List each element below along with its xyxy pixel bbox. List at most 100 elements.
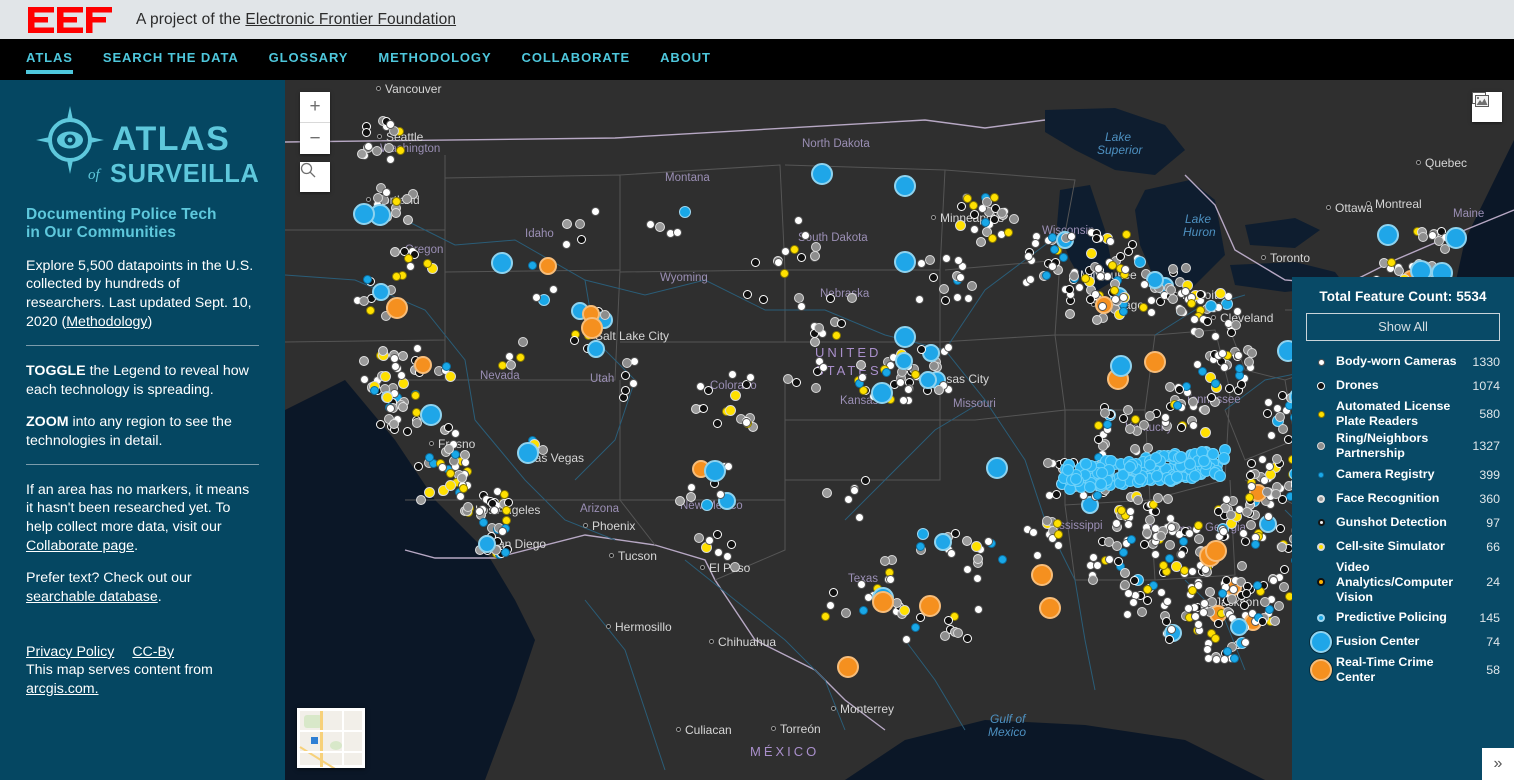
map-marker[interactable] [1185,529,1194,538]
legend-row[interactable]: Camera Registry399 [1306,463,1500,487]
map-marker[interactable] [442,362,451,371]
map-marker[interactable] [794,216,803,225]
eff-foundation-link[interactable]: Electronic Frontier Foundation [245,11,456,28]
legend-row[interactable]: Video Analytics/Computer Vision24 [1306,559,1500,606]
map-marker[interactable] [1130,576,1139,585]
legend-row[interactable]: Cell-site Simulator66 [1306,535,1500,559]
map-marker[interactable] [841,608,851,618]
map-marker[interactable] [727,540,736,549]
map-marker[interactable] [1247,482,1256,491]
map-marker[interactable] [837,319,846,328]
overview-map[interactable] [297,708,365,768]
map-marker[interactable] [386,297,408,319]
map-marker[interactable] [1100,408,1110,418]
map-marker[interactable] [1246,520,1256,530]
map-marker[interactable] [366,306,375,315]
map-marker[interactable] [1092,315,1102,325]
map-marker[interactable] [575,219,585,229]
legend-row[interactable]: Automated License Plate Readers580 [1306,398,1500,430]
map-marker[interactable] [1024,252,1033,261]
map-marker[interactable] [826,601,835,610]
map-marker[interactable] [954,256,963,265]
map-marker[interactable] [463,502,473,512]
map-marker[interactable] [694,533,704,543]
map-marker[interactable] [491,252,513,274]
map-marker[interactable] [359,356,369,366]
cc-by-link[interactable]: CC-By [132,644,174,660]
map-marker[interactable] [517,442,539,464]
map-marker[interactable] [774,258,783,267]
map-marker[interactable] [1234,351,1243,360]
map-marker[interactable] [713,419,722,428]
map-marker[interactable] [376,420,385,429]
map-marker[interactable] [1269,576,1278,585]
map-marker[interactable] [1218,452,1230,464]
map-marker[interactable] [844,495,853,504]
map-marker[interactable] [1241,638,1250,647]
map-marker[interactable] [984,537,993,546]
map-marker[interactable] [392,197,401,206]
map-marker[interactable] [1175,451,1187,463]
map-marker[interactable] [1220,655,1229,664]
map-marker[interactable] [1188,586,1197,595]
map-marker[interactable] [792,378,801,387]
map-marker[interactable] [1031,564,1053,586]
map-marker[interactable] [1133,495,1143,505]
map-marker[interactable] [1080,458,1092,470]
nav-item-glossary[interactable]: GLOSSARY [269,46,349,74]
map-marker[interactable] [438,463,447,472]
map-marker[interactable] [1260,597,1270,607]
map-marker[interactable] [759,295,768,304]
map-marker[interactable] [423,259,432,268]
nav-item-methodology[interactable]: METHODOLOGY [378,46,491,74]
map-marker[interactable] [1278,424,1288,434]
map-marker[interactable] [1093,561,1102,570]
map-marker[interactable] [704,460,726,482]
map-marker[interactable] [1153,493,1163,503]
map-marker[interactable] [1145,515,1155,525]
map-marker[interactable] [915,295,924,304]
legend-row[interactable]: Ring/Neighbors Partnership1327 [1306,430,1500,462]
map-marker[interactable] [1244,357,1254,367]
map-marker[interactable] [424,487,435,498]
map-marker[interactable] [1009,214,1019,224]
map-marker[interactable] [810,251,820,261]
map-marker[interactable] [953,628,963,638]
map-marker[interactable] [1239,529,1248,538]
map-marker[interactable] [1177,550,1186,559]
map-marker[interactable] [621,386,630,395]
map-marker[interactable] [1004,228,1013,237]
map-marker[interactable] [963,194,972,203]
map-marker[interactable] [621,371,630,380]
map-marker[interactable] [420,404,442,426]
map-marker[interactable] [363,275,372,284]
map-marker[interactable] [1275,412,1285,422]
map-marker[interactable] [1205,540,1227,562]
map-marker[interactable] [1067,232,1076,241]
map-marker[interactable] [1048,233,1057,242]
map-marker[interactable] [973,554,983,564]
map-marker[interactable] [360,375,369,384]
map-marker[interactable] [1059,253,1068,262]
map-marker[interactable] [942,254,951,263]
map-marker[interactable] [591,207,600,216]
map-marker[interactable] [372,283,390,301]
map-marker[interactable] [699,404,708,413]
map-marker[interactable] [1258,617,1267,626]
map-marker[interactable] [1177,423,1186,432]
map-marker[interactable] [1240,601,1249,610]
map-marker[interactable] [1211,634,1220,643]
map-marker[interactable] [1042,516,1052,526]
legend-row[interactable]: Body-worn Cameras1330 [1306,350,1500,374]
map-marker[interactable] [1207,393,1216,402]
nav-item-atlas[interactable]: ATLAS [26,46,73,74]
map-search-button[interactable] [300,162,330,192]
map-marker[interactable] [858,373,867,382]
map-marker[interactable] [1377,224,1399,246]
map-marker[interactable] [1205,587,1215,597]
map-marker[interactable] [353,203,375,225]
map-marker[interactable] [1264,512,1273,521]
map-marker[interactable] [384,143,394,153]
map-marker[interactable] [730,390,741,401]
map-marker[interactable] [990,193,999,202]
